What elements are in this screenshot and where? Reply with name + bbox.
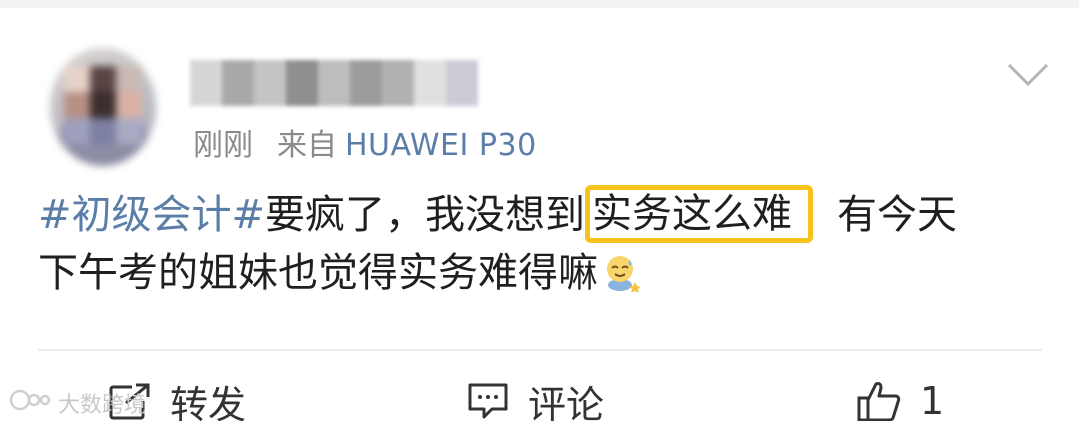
post-body: #初级会计#要疯了，我没想到 实务这么难 有今天 下午考的姐妹也觉得实务难得嘛 xyxy=(38,185,1048,302)
divider xyxy=(38,349,1042,351)
thumbs-up-icon xyxy=(857,382,901,421)
sweat-smile-emoji-icon xyxy=(602,250,642,293)
post-text-before: 要疯了，我没想到 xyxy=(265,192,586,238)
post-text-after: 有今天 xyxy=(837,192,958,238)
avatar[interactable] xyxy=(50,48,156,166)
username-blurred[interactable] xyxy=(190,60,480,106)
watermark-text: 大数跨境 xyxy=(58,393,147,418)
topic-link[interactable]: #初级会计# xyxy=(38,192,265,238)
like-button[interactable]: 1 xyxy=(856,376,944,421)
repost-label: 转发 xyxy=(170,382,247,421)
weibo-post-card: 刚刚 来自 HUAWEI P30 #初级会计#要疯了，我没想到 实务这么难 有今天 下午… xyxy=(0,0,1079,421)
comment-label: 评论 xyxy=(528,382,605,421)
post-time: 刚刚 xyxy=(193,128,253,163)
watermark: 大数跨境 xyxy=(8,388,146,418)
highlight-text: 实务这么难 xyxy=(592,191,793,237)
post-line-2: 下午考的姐妹也觉得实务难得嘛 xyxy=(38,244,1048,302)
post-line-1: #初级会计#要疯了，我没想到 实务这么难 有今天 xyxy=(38,185,1048,244)
post-meta: 刚刚 来自 HUAWEI P30 xyxy=(193,126,537,166)
comment-icon xyxy=(468,383,508,419)
source-prefix: 来自 xyxy=(277,128,337,163)
like-count: 1 xyxy=(920,379,945,421)
post-text-line2: 下午考的姐妹也觉得实务难得嘛 xyxy=(38,250,598,296)
source-device[interactable]: HUAWEI P30 xyxy=(345,128,537,163)
top-separator xyxy=(0,0,1079,8)
comment-button[interactable]: 评论 xyxy=(466,376,604,421)
highlight-box: 实务这么难 xyxy=(585,185,814,243)
chevron-down-icon[interactable] xyxy=(1006,62,1050,88)
watermark-logo-icon xyxy=(8,388,52,418)
